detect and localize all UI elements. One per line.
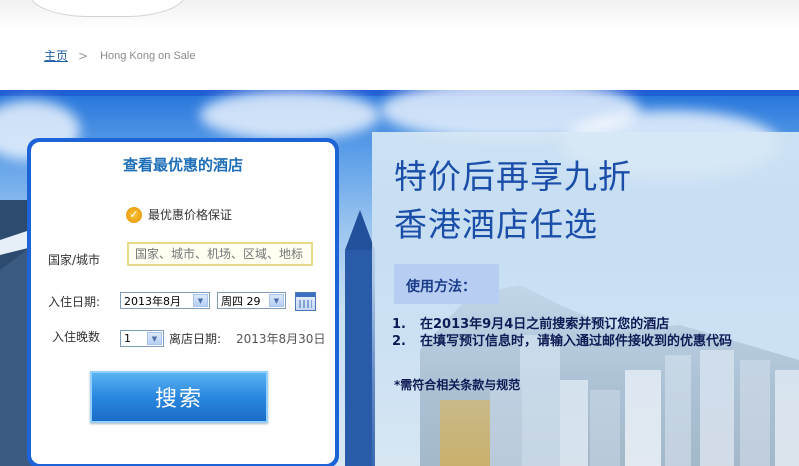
chevron-down-icon: ▼: [147, 332, 162, 345]
steps-list: 1. 在2013年9月4日之前搜索并预订您的酒店 2. 在填写预订信息时，请输入…: [392, 316, 732, 350]
search-panel-title: 查看最优惠的酒店: [122, 156, 243, 174]
step-number: 1.: [392, 317, 406, 332]
promo-title-line1: 特价后再享九折: [394, 157, 632, 196]
nights-value: 1: [124, 332, 131, 345]
search-form: 查看最优惠的酒店 ✓ 最优惠价格保证 国家/城市 入住日期: 2013年8月 ▼…: [31, 142, 335, 464]
checkin-day-value: 周四 29: [221, 294, 261, 308]
search-button[interactable]: 搜索: [90, 371, 268, 423]
list-item: 1. 在2013年9月4日之前搜索并预订您的酒店: [392, 316, 732, 333]
chevron-down-icon: ▼: [193, 294, 208, 307]
hotel-search-panel: 查看最优惠的酒店 ✓ 最优惠价格保证 国家/城市 入住日期: 2013年8月 ▼…: [27, 138, 339, 466]
promo-banner: 查看最优惠的酒店 ✓ 最优惠价格保证 国家/城市 入住日期: 2013年8月 ▼…: [0, 90, 799, 466]
checkin-day-select[interactable]: 周四 29 ▼: [217, 292, 286, 309]
breadcrumb: 主页 > Hong Kong on Sale: [44, 47, 196, 64]
checkout-value: 2013年8月30日: [236, 332, 326, 346]
chevron-down-icon: ▼: [269, 294, 284, 307]
top-tab: [30, 0, 185, 17]
promo-title-line2: 香港酒店任选: [394, 205, 598, 244]
list-item: 2. 在填写预订信息时，请输入通过邮件接收到的优惠代码: [392, 333, 732, 350]
price-guarantee-text: 最优惠价格保证: [148, 208, 233, 222]
checkin-label: 入住日期:: [48, 295, 101, 309]
how-to-label: 使用方法：: [406, 279, 476, 295]
price-guarantee: ✓ 最优惠价格保证: [126, 206, 232, 223]
terms-link[interactable]: *需符合相关条款与规范: [394, 376, 520, 393]
calendar-icon[interactable]: [295, 292, 316, 311]
destination-label: 国家/城市: [48, 253, 101, 267]
checkin-month-value: 2013年8月: [124, 294, 181, 308]
breadcrumb-home-link[interactable]: 主页: [44, 47, 68, 64]
step-text: 在2013年9月4日之前搜索并预订您的酒店: [420, 317, 670, 332]
step-text: 在填写预订信息时，请输入通过邮件接收到的优惠代码: [420, 334, 733, 349]
checkout-label: 离店日期:: [169, 332, 222, 346]
promo-panel: 特价后再享九折 香港酒店任选 使用方法： 1. 在2013年9月4日之前搜索并预…: [372, 132, 799, 466]
breadcrumb-separator: >: [78, 48, 89, 63]
check-badge-icon: ✓: [126, 206, 142, 223]
nights-label: 入住晚数: [52, 330, 101, 344]
nights-select[interactable]: 1 ▼: [120, 330, 164, 347]
destination-input[interactable]: [127, 242, 313, 266]
checkin-month-select[interactable]: 2013年8月 ▼: [120, 292, 210, 309]
step-number: 2.: [392, 334, 406, 349]
top-header: 主页 > Hong Kong on Sale: [0, 0, 799, 90]
breadcrumb-current: Hong Kong on Sale: [100, 49, 196, 62]
